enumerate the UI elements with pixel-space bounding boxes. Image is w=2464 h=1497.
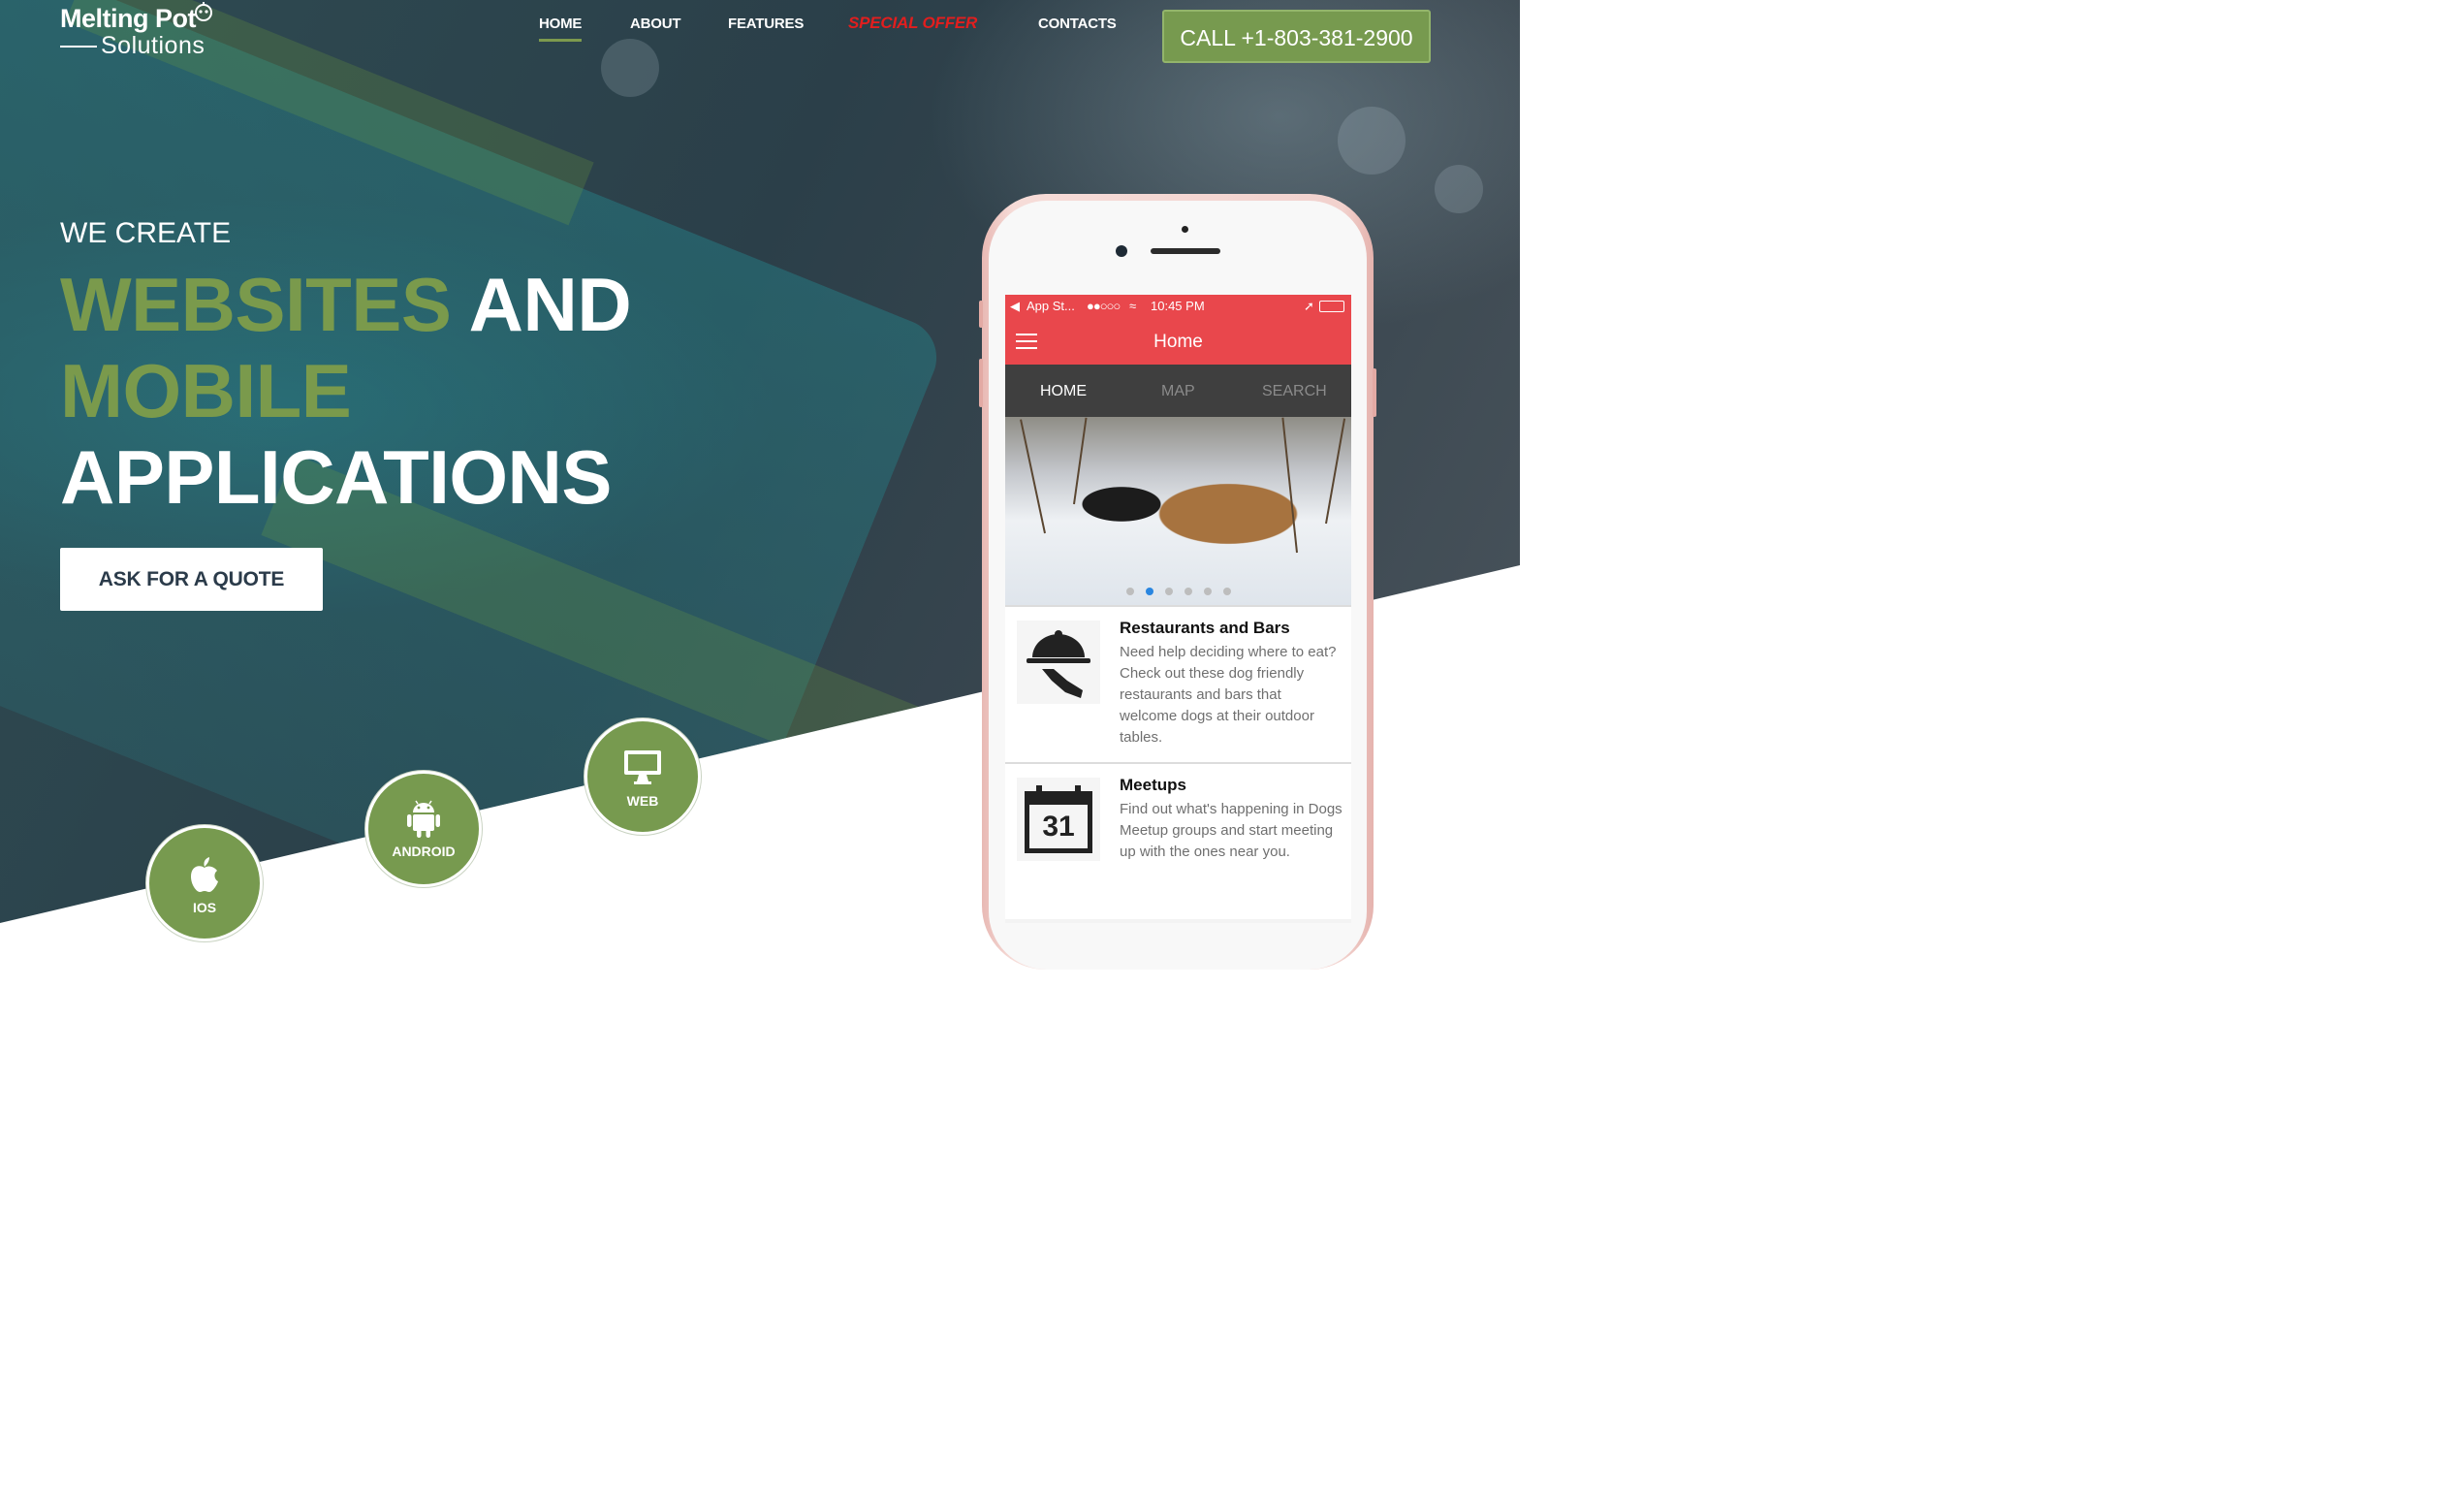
status-back-label: App St... <box>1027 299 1075 313</box>
nav-features[interactable]: FEATURES <box>728 16 804 32</box>
platform-web-label: WEB <box>626 793 659 809</box>
android-icon <box>407 800 440 838</box>
phone-camera <box>1116 245 1127 257</box>
phone-side-button <box>979 359 983 407</box>
phone-side-button <box>1373 368 1376 417</box>
twig <box>1325 418 1346 525</box>
carousel-dot[interactable] <box>1184 588 1192 595</box>
nav-home[interactable]: HOME <box>539 16 583 42</box>
battery-icon <box>1319 301 1344 312</box>
status-bar: ◀ App St... ●●○○○ ≈ 10:45 PM ➚ <box>1005 295 1351 318</box>
main-nav: HOME ABOUT FEATURES SPECIAL OFFER CONTAC… <box>0 10 1520 63</box>
nav-special-offer[interactable]: SPECIAL OFFER <box>848 14 977 33</box>
carousel-dot[interactable] <box>1203 588 1212 595</box>
app-tab-home[interactable]: HOME <box>1040 383 1087 400</box>
app-tab-search[interactable]: SEARCH <box>1262 383 1327 400</box>
list-item-meetups[interactable]: 31 Meetups Find out what's happening in … <box>1005 762 1351 919</box>
nav-contacts[interactable]: CONTACTS <box>1038 16 1117 32</box>
bokeh-light <box>1435 165 1483 213</box>
list-item-restaurants[interactable]: Restaurants and Bars Need help deciding … <box>1005 605 1351 762</box>
phone-screen: ◀ App St... ●●○○○ ≈ 10:45 PM ➚ Home HOME… <box>1005 295 1351 923</box>
nav-about[interactable]: ABOUT <box>630 16 681 32</box>
monitor-icon <box>624 750 661 784</box>
carousel-dot[interactable] <box>1125 588 1134 595</box>
logo-line2: Solutions <box>59 32 205 59</box>
twig <box>1281 417 1298 554</box>
headline-mobile: MOBILE <box>60 348 352 433</box>
app-tab-map[interactable]: MAP <box>1161 383 1195 400</box>
carousel-dot[interactable] <box>1222 588 1231 595</box>
platform-android-label: ANDROID <box>392 844 456 859</box>
twig <box>1073 417 1088 505</box>
carousel-dot[interactable] <box>1164 588 1173 595</box>
ask-quote-button[interactable]: ASK FOR A QUOTE <box>60 548 323 611</box>
calendar-icon: 31 <box>1017 778 1100 861</box>
apple-icon <box>191 857 218 892</box>
bokeh-light <box>1338 107 1406 175</box>
twig <box>1020 419 1046 534</box>
item-title: Restaurants and Bars <box>1120 619 1290 637</box>
carousel-dots[interactable] <box>1005 588 1351 595</box>
bokeh-light <box>601 39 659 97</box>
wifi-icon: ≈ <box>1129 299 1137 313</box>
platform-ios-label: IOS <box>192 900 217 915</box>
headline-and: AND <box>468 262 632 347</box>
app-title: Home <box>1153 332 1203 352</box>
carousel-dot-active[interactable] <box>1145 588 1153 595</box>
calendar-date: 31 <box>1042 811 1075 843</box>
hero-subhead: WE CREATE <box>60 217 232 249</box>
signal-icon: ●●○○○ <box>1087 299 1121 313</box>
platform-ios[interactable]: IOS <box>146 825 263 941</box>
app-header: Home <box>1005 318 1351 365</box>
phone-speaker <box>1151 248 1220 254</box>
headline-applications: APPLICATIONS <box>60 434 612 520</box>
cloche-icon <box>1017 621 1100 704</box>
phone-side-button <box>979 301 983 328</box>
location-icon: ➚ <box>1304 299 1314 313</box>
item-description: Need help deciding where to eat? Check o… <box>1120 644 1337 746</box>
call-button[interactable]: CALL +1-803-381-2900 <box>1162 10 1431 63</box>
phone-sensor <box>1182 226 1188 233</box>
back-icon[interactable]: ◀ <box>1010 299 1020 314</box>
item-title: Meetups <box>1120 776 1186 794</box>
status-time: 10:45 PM <box>1151 299 1205 313</box>
platform-web[interactable]: WEB <box>584 718 701 835</box>
app-tabs: HOME MAP SEARCH <box>1005 365 1351 417</box>
hero-headline: WEBSITES AND MOBILE APPLICATIONS <box>60 262 632 521</box>
headline-websites: WEBSITES <box>60 262 452 347</box>
platform-android[interactable]: ANDROID <box>365 771 482 887</box>
item-description: Find out what's happening in Dogs Meetup… <box>1120 801 1343 860</box>
image-carousel[interactable] <box>1005 417 1351 605</box>
